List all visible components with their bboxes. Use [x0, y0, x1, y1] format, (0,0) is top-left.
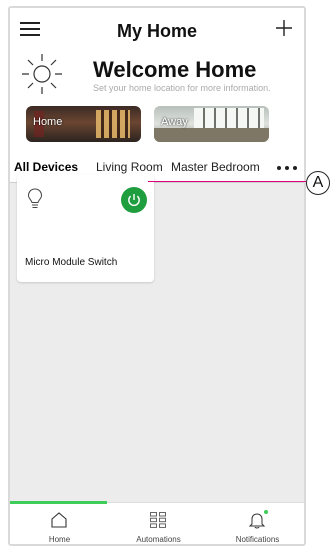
power-toggle-button[interactable]: [121, 187, 147, 213]
welcome-banner: Welcome Home Set your home location for …: [20, 50, 304, 98]
top-bar: My Home: [10, 8, 304, 48]
callout-line: [148, 181, 306, 182]
sun-icon: [22, 54, 62, 94]
nav-notifications[interactable]: Notifications: [208, 503, 304, 544]
scene-home[interactable]: Home: [26, 106, 141, 142]
nav-label: Notifications: [235, 535, 280, 544]
scene-image-detail: [96, 110, 130, 138]
tab-all-devices[interactable]: All Devices: [14, 160, 78, 174]
nav-automations[interactable]: Automations: [109, 503, 208, 544]
nav-home[interactable]: Home: [10, 503, 109, 544]
device-card[interactable]: Micro Module Switch: [17, 174, 154, 282]
scene-image-detail: [194, 108, 264, 128]
more-icon[interactable]: [276, 165, 298, 171]
bell-icon: [248, 513, 266, 529]
tab-master-bedroom[interactable]: Master Bedroom: [171, 160, 260, 174]
tab-living-room[interactable]: Living Room: [96, 160, 163, 174]
scene-image-detail: [154, 128, 269, 142]
scene-away[interactable]: Away: [154, 106, 269, 142]
nav-label: Automations: [136, 535, 181, 544]
add-icon[interactable]: [274, 18, 294, 38]
bulb-icon: [27, 188, 43, 208]
callout-marker: A: [306, 171, 330, 195]
scene-label: Home: [33, 116, 63, 128]
notification-dot: [264, 510, 268, 514]
bottom-nav: Home Automations Notifications: [10, 501, 304, 544]
welcome-title: Welcome Home: [93, 57, 257, 82]
home-icon: [51, 512, 67, 528]
grid-icon: [150, 512, 166, 528]
device-name: Micro Module Switch: [25, 257, 118, 268]
page-title: My Home: [116, 21, 197, 41]
scene-label: Away: [161, 116, 188, 128]
app-screen: My Home Welcome Home Set your home locat…: [8, 6, 306, 546]
nav-label: Home: [48, 535, 71, 544]
power-icon: [128, 194, 140, 207]
header: My Home Welcome Home Set your home locat…: [10, 8, 304, 183]
welcome-subtitle[interactable]: Set your home location for more informat…: [93, 83, 271, 93]
